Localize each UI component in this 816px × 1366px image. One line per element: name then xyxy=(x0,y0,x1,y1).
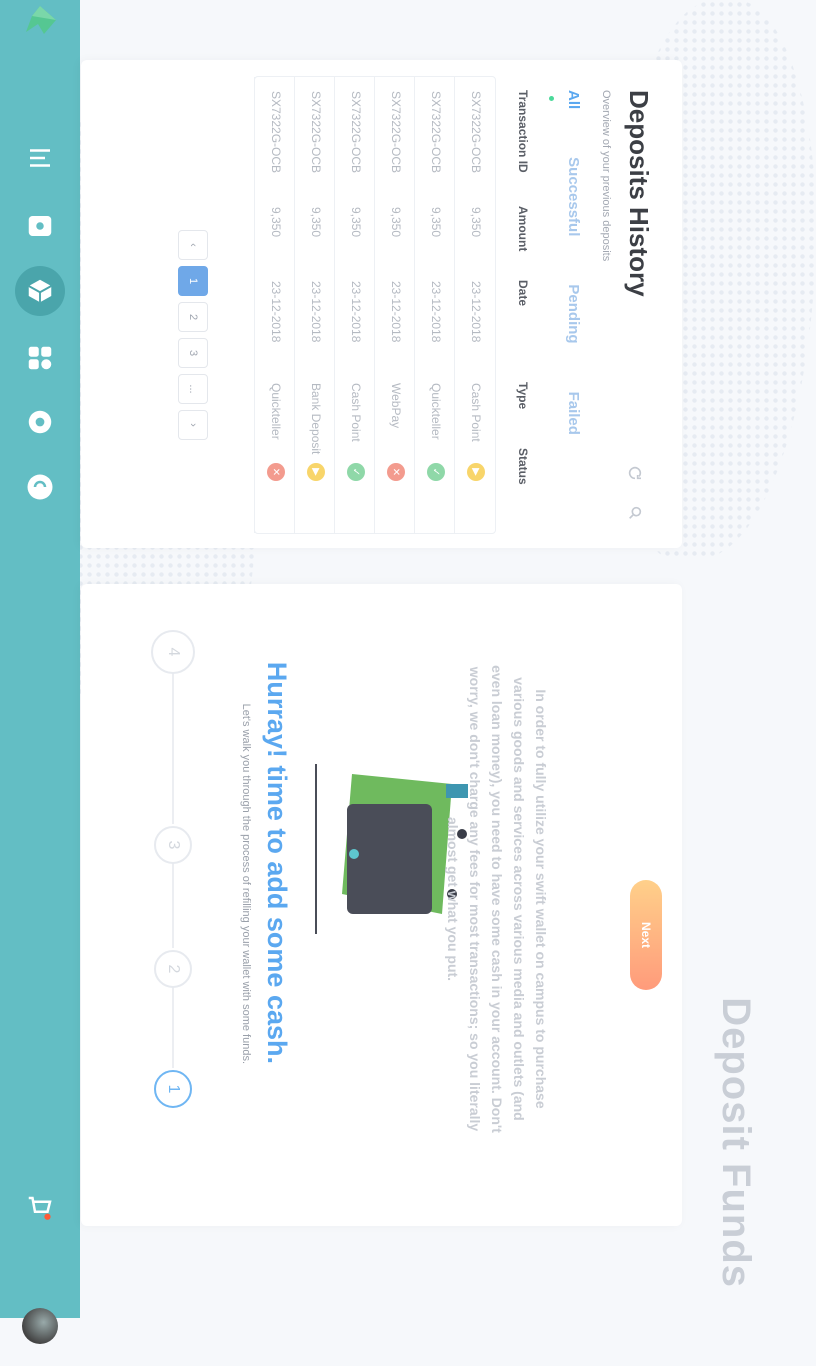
transaction-id-cell: SX7322G-OCB xyxy=(469,91,483,174)
amount-cell: 9,350 xyxy=(469,207,483,238)
tab-all[interactable]: All xyxy=(549,90,582,110)
col-type: Type xyxy=(516,382,530,410)
type-cell: Bank Deposit xyxy=(309,383,323,455)
type-cell: Cash Point xyxy=(349,383,363,442)
transaction-id-cell: SX7322G-OCB xyxy=(349,91,363,174)
wizard-description: In order to fully utilize your swift wal… xyxy=(445,665,549,1133)
amount-cell: 9,350 xyxy=(269,207,283,238)
avatar[interactable] xyxy=(22,1308,58,1344)
next-page-button[interactable]: › xyxy=(178,410,208,440)
step-4[interactable]: 4 xyxy=(151,630,195,674)
wizard-title: Hurray! time to add some cash. xyxy=(262,661,292,1064)
table-row[interactable]: SX7322G-OCB 9,350 23-12-2018 Cash Point ▶ xyxy=(454,77,495,533)
page-ellipsis[interactable]: ... xyxy=(178,374,208,404)
search-icon[interactable] xyxy=(626,504,644,522)
gear-icon[interactable] xyxy=(20,402,60,442)
page-2[interactable]: 2 xyxy=(178,302,208,332)
table-row[interactable]: SX7322G-OCB 9,350 23-12-2018 Cash Point ✓ xyxy=(334,77,375,533)
amount-cell: 9,350 xyxy=(309,207,323,238)
col-amount: Amount xyxy=(516,206,530,252)
step-indicator: 4 3 2 1 xyxy=(142,604,195,1108)
page-title: Deposit Funds xyxy=(714,997,758,1288)
logo[interactable] xyxy=(20,0,60,40)
history-subtitle: Overview of your previous deposits xyxy=(600,90,612,262)
table-row[interactable]: SX7322G-OCB 9,350 23-12-2018 Quickteller ✕ xyxy=(254,77,295,533)
col-status: Status xyxy=(516,448,530,485)
amount-cell: 9,350 xyxy=(429,207,443,238)
app-canvas: Deposit Funds 4 3 2 1 Hurray! time to ad… xyxy=(0,0,816,1366)
type-cell: Cash Point xyxy=(469,383,483,442)
transaction-id-cell: SX7322G-OCB xyxy=(389,91,403,174)
type-cell: Quickteller xyxy=(429,383,443,440)
grid-icon[interactable] xyxy=(20,338,60,378)
wizard-subtitle: Let's walk you through the process of re… xyxy=(240,703,252,1064)
history-title: Deposits History xyxy=(624,90,654,297)
tab-failed[interactable]: Failed xyxy=(565,392,582,435)
status-failed-icon: ✕ xyxy=(267,463,285,481)
deposit-wizard-card: 4 3 2 1 Hurray! time to add some cash. L… xyxy=(81,584,682,1226)
col-date: Date xyxy=(516,280,530,307)
type-cell: WebPay xyxy=(389,383,403,429)
status-pending-icon: ▶ xyxy=(467,463,485,481)
table-row[interactable]: SX7322G-OCB 9,350 23-12-2018 Quickteller ✓ xyxy=(414,77,455,533)
status-success-icon: ✓ xyxy=(347,463,365,481)
table-row[interactable]: SX7322G-OCB 9,350 23-12-2018 WebPay ✕ xyxy=(374,77,415,533)
main-toolbar xyxy=(0,0,80,1366)
amount-cell: 9,350 xyxy=(349,207,363,238)
refresh-icon[interactable] xyxy=(626,464,644,482)
date-cell: 23-12-2018 xyxy=(349,281,363,343)
col-transaction-id: Transaction ID xyxy=(516,90,530,173)
step-1[interactable]: 1 xyxy=(154,1070,192,1108)
date-cell: 23-12-2018 xyxy=(389,281,403,343)
next-button[interactable]: Next xyxy=(630,880,662,990)
date-cell: 23-12-2018 xyxy=(309,281,323,343)
status-success-icon: ✓ xyxy=(427,463,445,481)
tab-pending[interactable]: Pending xyxy=(565,284,582,343)
history-table: SX7322G-OCB 9,350 23-12-2018 Cash Point ▶ SX7… xyxy=(254,76,496,534)
cart-icon[interactable] xyxy=(20,1188,60,1228)
date-cell: 23-12-2018 xyxy=(469,281,483,343)
page-1[interactable]: 1 xyxy=(178,266,208,296)
table-row[interactable]: SX7322G-OCB 9,350 23-12-2018 Bank Deposit ▶ xyxy=(294,77,335,533)
status-pending-icon: ▶ xyxy=(307,463,325,481)
transaction-id-cell: SX7322G-OCB xyxy=(429,91,443,174)
chat-icon[interactable] xyxy=(20,467,60,507)
transaction-id-cell: SX7322G-OCB xyxy=(309,91,323,174)
date-cell: 23-12-2018 xyxy=(429,281,443,343)
amount-cell: 9,350 xyxy=(389,207,403,238)
pagination: ‹ 1 2 3 ... › xyxy=(178,230,208,440)
wallet-icon[interactable] xyxy=(20,206,60,246)
menu-icon[interactable] xyxy=(20,138,60,178)
tab-successful[interactable]: Successful xyxy=(565,157,582,236)
transaction-id-cell: SX7322G-OCB xyxy=(269,91,283,174)
status-failed-icon: ✕ xyxy=(387,463,405,481)
prev-page-button[interactable]: ‹ xyxy=(178,230,208,260)
history-tabs: All Successful Pending Failed xyxy=(549,90,582,483)
date-cell: 23-12-2018 xyxy=(269,281,283,343)
active-tab-dot xyxy=(549,96,554,101)
type-cell: Quickteller xyxy=(269,383,283,440)
cube-icon[interactable] xyxy=(15,266,65,316)
deposits-history-card: Deposits History Overview of your previo… xyxy=(81,60,682,548)
step-2[interactable]: 2 xyxy=(154,950,192,988)
tab-label: All xyxy=(565,90,582,110)
step-3[interactable]: 3 xyxy=(154,826,192,864)
page-3[interactable]: 3 xyxy=(178,338,208,368)
